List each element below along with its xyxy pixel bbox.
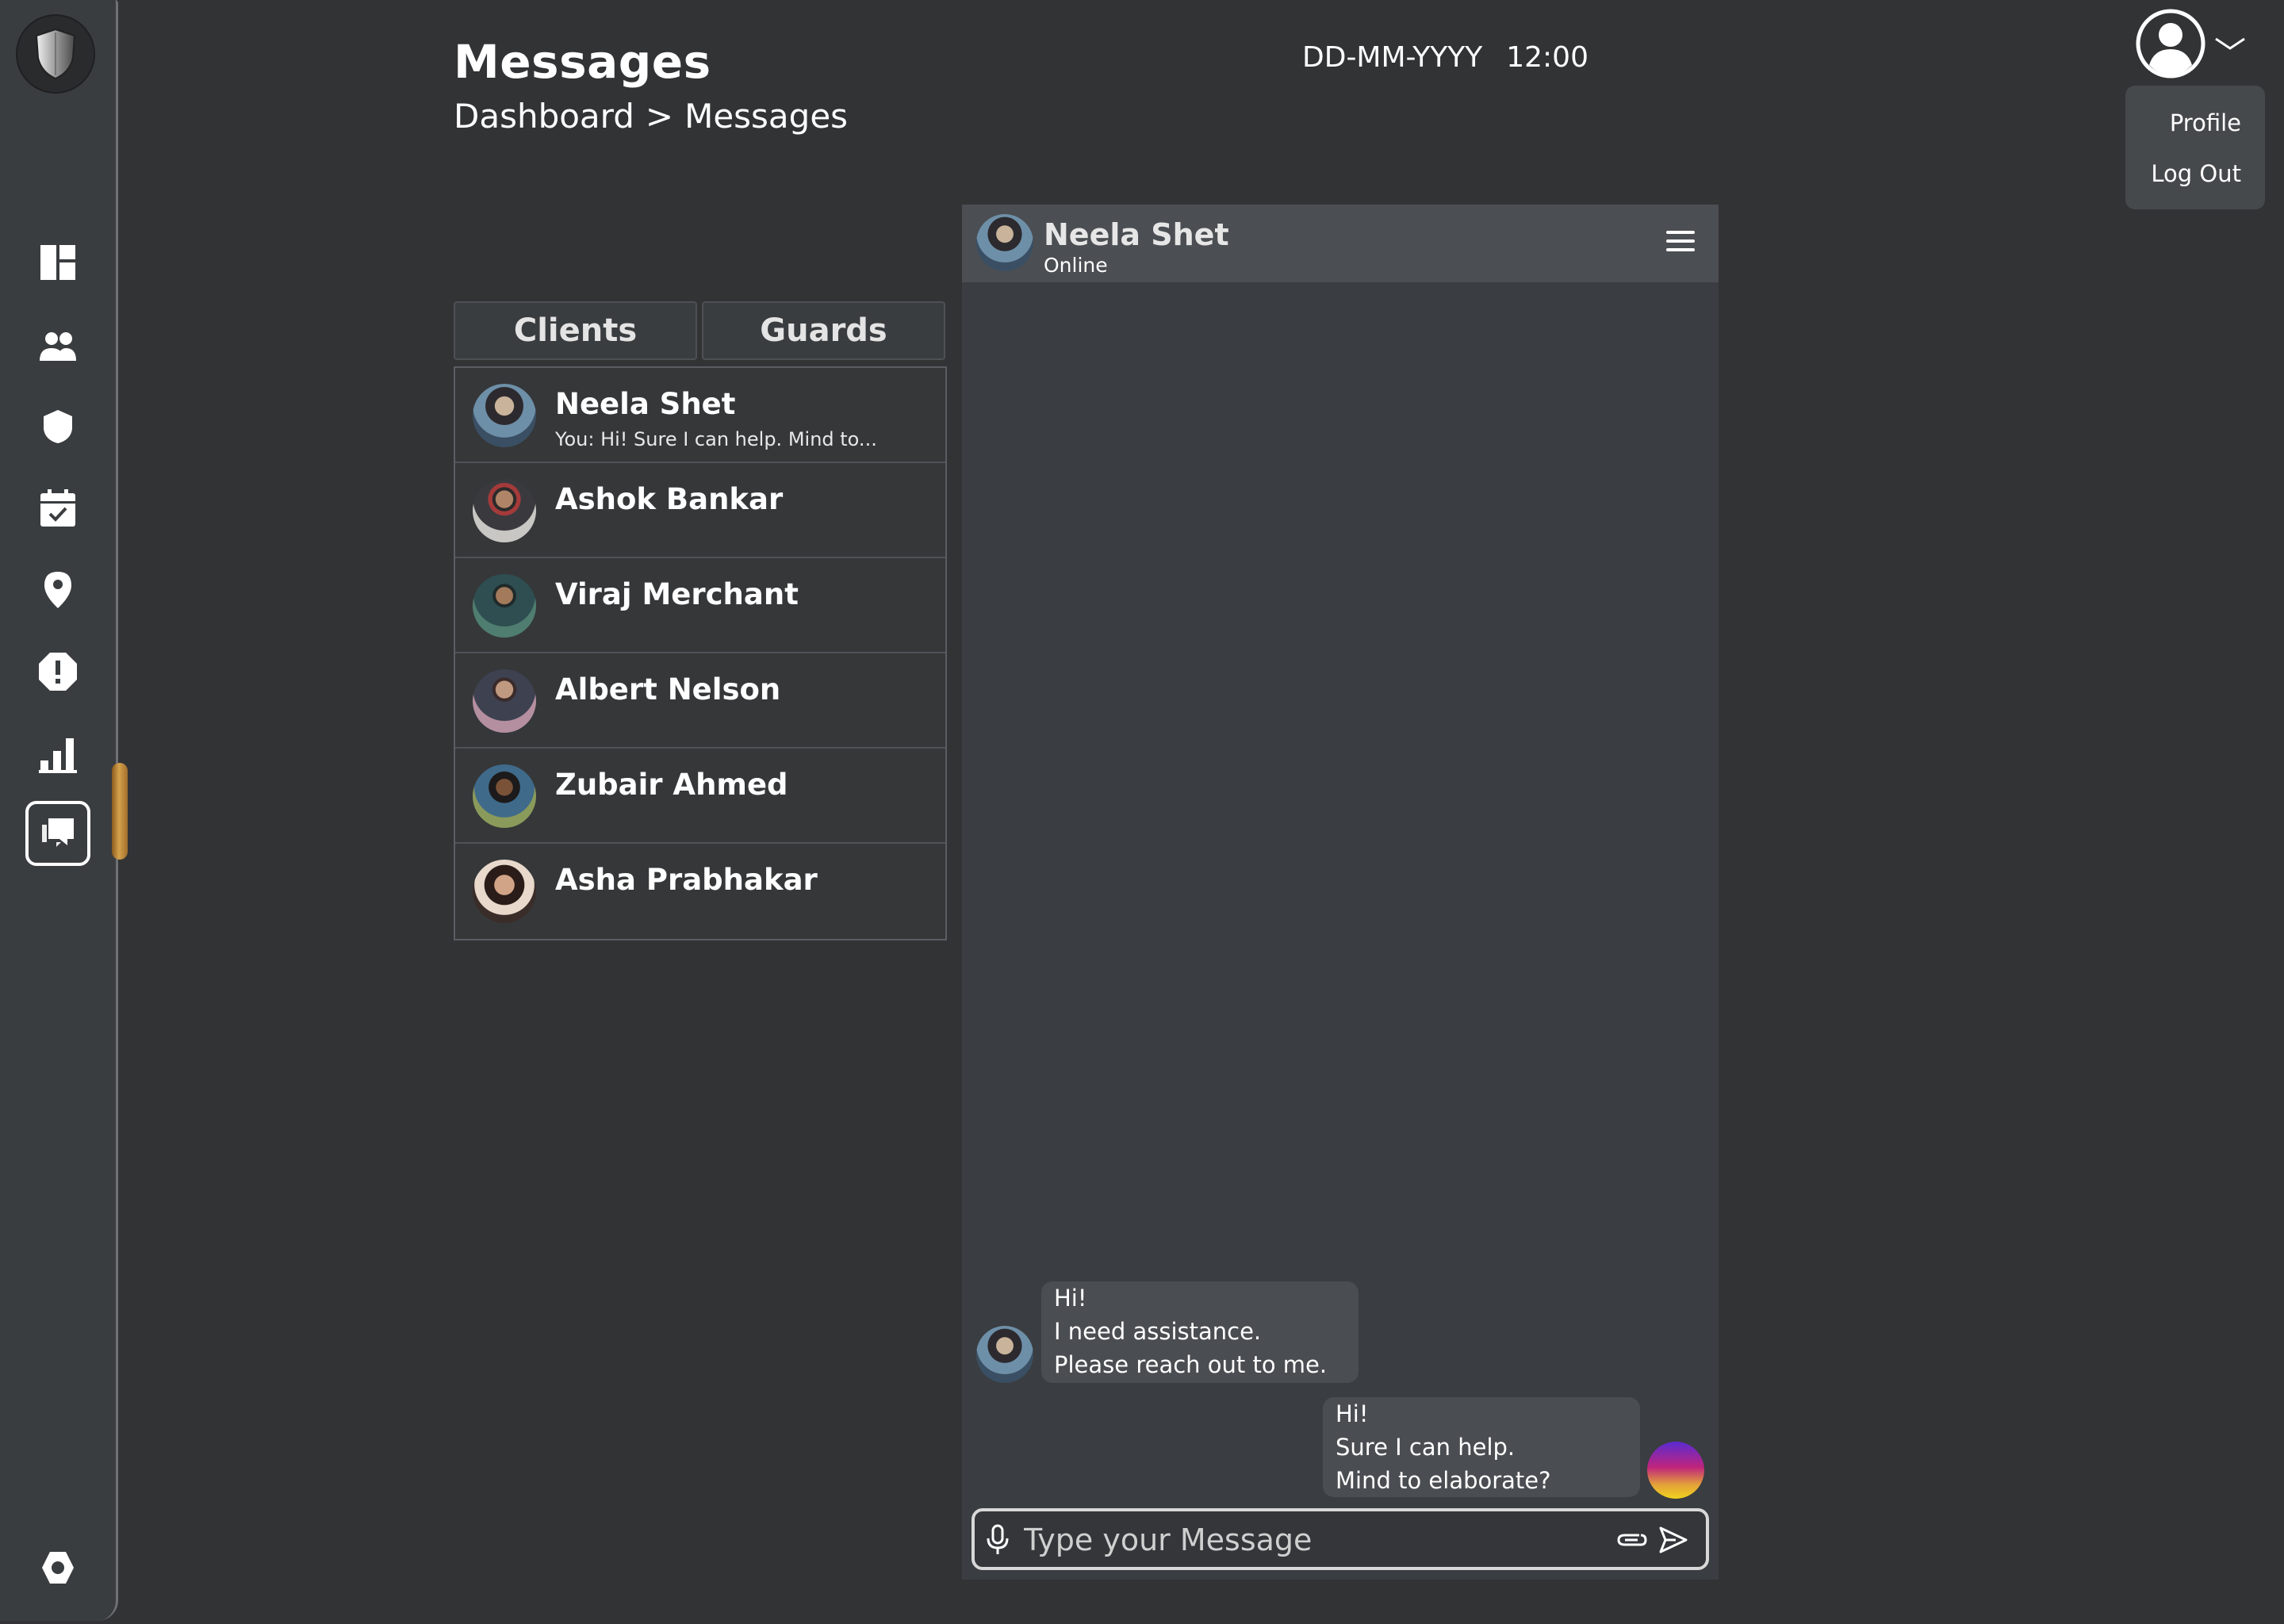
shield-logo [16, 14, 95, 94]
chat-contact-name: Neela Shet [1044, 217, 1229, 252]
avatar [473, 860, 536, 923]
message-avatar [976, 1326, 1033, 1383]
menu-icon[interactable] [1665, 228, 1700, 257]
contact-name: Neela Shet [555, 387, 736, 421]
menu-item-logout[interactable]: Log Out [2151, 160, 2241, 187]
bar-chart-icon[interactable] [25, 722, 90, 787]
message-input-bar [971, 1508, 1709, 1570]
contact-item-albert-nelson[interactable]: Albert Nelson [455, 653, 945, 749]
shield-icon[interactable] [25, 394, 90, 459]
contact-item-asha-prabhakar[interactable]: Asha Prabhakar [455, 844, 945, 937]
breadcrumb: Dashboard > Messages [454, 97, 848, 136]
contact-item-zubair-ahmed[interactable]: Zubair Ahmed [455, 749, 945, 844]
breadcrumb-separator: > [645, 97, 674, 136]
sidebar [0, 0, 118, 1621]
message-line: Hi! [1336, 1400, 1369, 1427]
contact-name: Asha Prabhakar [555, 863, 818, 897]
contact-name: Ashok Bankar [555, 482, 784, 516]
contact-name: Viraj Merchant [555, 577, 799, 611]
page-title: Messages [454, 35, 711, 89]
sidebar-scrollbar[interactable] [112, 763, 128, 860]
messages-icon[interactable] [25, 801, 90, 866]
message-bubble-outgoing: Hi! Sure I can help. Mind to elaborate? [1323, 1397, 1640, 1497]
my-avatar [1647, 1442, 1704, 1499]
calendar-check-icon[interactable] [25, 476, 90, 541]
message-line: Hi! [1054, 1285, 1087, 1312]
chat-header: Neela Shet Online [962, 205, 1719, 282]
users-icon[interactable] [25, 314, 90, 379]
location-pin-icon[interactable] [25, 557, 90, 622]
profile-menu: Profile Log Out [2125, 86, 2265, 209]
chat-avatar [976, 214, 1033, 271]
message-line: Mind to elaborate? [1336, 1467, 1551, 1494]
contact-item-viraj-merchant[interactable]: Viraj Merchant [455, 558, 945, 653]
chat-panel: Neela Shet Online Hi! I need assistance.… [962, 205, 1719, 1580]
datetime: DD-MM-YYYY 12:00 [1302, 41, 1588, 74]
time-text: 12:00 [1506, 41, 1588, 74]
microphone-icon[interactable] [986, 1524, 1010, 1556]
breadcrumb-dashboard[interactable]: Dashboard [454, 97, 634, 136]
chat-status: Online [1044, 254, 1108, 277]
contact-name: Zubair Ahmed [555, 768, 788, 802]
send-icon[interactable] [1658, 1526, 1688, 1554]
chevron-down-icon [2215, 37, 2245, 50]
message-input[interactable] [1022, 1518, 1581, 1562]
date-text: DD-MM-YYYY [1302, 41, 1483, 74]
avatar [473, 574, 536, 638]
contact-name: Albert Nelson [555, 672, 781, 707]
contact-preview: You: Hi! Sure I can help. Mind to... [555, 428, 877, 450]
avatar [473, 384, 536, 447]
alert-icon[interactable] [25, 639, 90, 704]
menu-item-profile[interactable]: Profile [2170, 109, 2241, 136]
avatar [473, 479, 536, 542]
message-line: Please reach out to me. [1054, 1351, 1328, 1378]
tab-bar: Clients Guards [454, 301, 945, 360]
tab-guards[interactable]: Guards [702, 301, 945, 360]
message-bubble-incoming: Hi! I need assistance. Please reach out … [1041, 1281, 1359, 1383]
settings-icon[interactable] [25, 1535, 90, 1600]
dashboard-icon[interactable] [25, 230, 90, 295]
contact-item-ashok-bankar[interactable]: Ashok Bankar [455, 463, 945, 558]
attachment-icon[interactable] [1615, 1529, 1647, 1551]
avatar [473, 764, 536, 828]
tab-clients[interactable]: Clients [454, 301, 697, 360]
avatar [473, 669, 536, 733]
profile-button[interactable] [2135, 8, 2246, 79]
message-line: Sure I can help. [1336, 1434, 1516, 1461]
message-line: I need assistance. [1054, 1318, 1262, 1345]
breadcrumb-messages: Messages [684, 97, 849, 136]
contact-item-neela-shet[interactable]: Neela Shet You: Hi! Sure I can help. Min… [455, 368, 945, 463]
user-avatar-icon [2136, 9, 2205, 79]
contact-list: Neela Shet You: Hi! Sure I can help. Min… [454, 366, 947, 940]
